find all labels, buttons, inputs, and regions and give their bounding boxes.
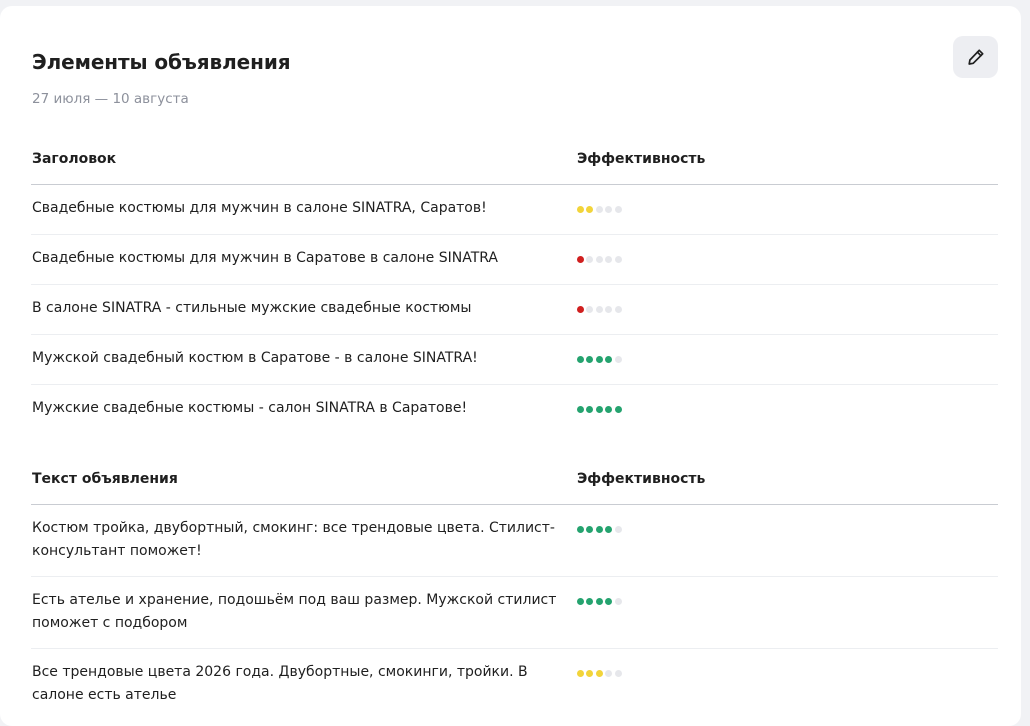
ad-elements-card: Элементы объявления 27 июля — 10 августа… [0,6,1021,726]
rating-dot-empty [595,256,603,263]
rating-dot-filled [577,598,584,605]
rating-dot-empty [605,306,613,313]
column-header-headline: Заголовок [32,151,117,167]
effectiveness-rating [577,256,622,263]
row-text: Мужские свадебные костюмы - салон SINATR… [32,400,468,416]
rating-dot-filled [595,598,603,605]
table-row: Свадебные костюмы для мужчин в салоне SI… [31,185,998,235]
rating-dot-filled [605,406,613,413]
rating-dot-empty [614,670,622,677]
rating-dot-filled [577,256,584,263]
effectiveness-rating [577,406,622,413]
row-text: Свадебные костюмы для мужчин в салоне SI… [32,200,487,216]
ad-texts-section: Текст объявления Эффективность Костюм тр… [31,464,998,721]
effectiveness-rating [577,670,622,677]
rating-dot-filled [577,306,584,313]
rating-dot-empty [595,306,603,313]
rating-dot-empty [614,598,622,605]
column-header-effectiveness: Эффективность [577,151,706,167]
rating-dot-filled [614,406,622,413]
date-range: 27 июля — 10 августа [32,91,189,107]
rating-dot-filled [577,670,584,677]
rating-dot-empty [605,256,613,263]
rating-dot-filled [595,356,603,363]
rating-dot-filled [605,526,613,533]
rating-dot-empty [605,206,613,213]
effectiveness-rating [577,206,622,213]
rating-dot-filled [586,526,594,533]
headlines-section: Заголовок Эффективность Свадебные костюм… [31,144,998,435]
rating-dot-filled [595,670,603,677]
rating-dot-filled [586,598,594,605]
column-header-effectiveness: Эффективность [577,471,706,487]
rating-dot-empty [586,256,594,263]
rating-dot-filled [595,526,603,533]
effectiveness-rating [577,306,622,313]
edit-button[interactable] [953,36,998,78]
rating-dot-filled [586,406,594,413]
row-text: Свадебные костюмы для мужчин в Саратове … [32,250,498,266]
rating-dot-empty [614,206,622,213]
rating-dot-empty [586,306,594,313]
table-row: Мужские свадебные костюмы - салон SINATR… [31,385,998,435]
rating-dot-filled [577,206,584,213]
headlines-header: Заголовок Эффективность [31,144,998,185]
rating-dot-empty [614,306,622,313]
rating-dot-filled [577,526,584,533]
effectiveness-rating [577,356,622,363]
headline-rows: Свадебные костюмы для мужчин в салоне SI… [31,185,998,435]
effectiveness-rating [577,526,622,533]
table-row: Свадебные костюмы для мужчин в Саратове … [31,235,998,285]
table-row: Мужской свадебный костюм в Саратове - в … [31,335,998,385]
rating-dot-empty [614,356,622,363]
card-title: Элементы объявления [32,50,291,74]
column-header-ad-text: Текст объявления [32,471,178,487]
rating-dot-filled [577,406,584,413]
rating-dot-filled [586,206,594,213]
ad-texts-header: Текст объявления Эффективность [31,464,998,505]
row-text: В салоне SINATRA - стильные мужские свад… [32,300,472,316]
table-row: В салоне SINATRA - стильные мужские свад… [31,285,998,335]
ad-text-rows: Костюм тройка, двубортный, смокинг: все … [31,505,998,721]
rating-dot-empty [614,256,622,263]
table-row: Есть ателье и хранение, подошьём под ваш… [31,577,998,649]
table-row: Костюм тройка, двубортный, смокинг: все … [31,505,998,577]
rating-dot-filled [605,598,613,605]
rating-dot-empty [605,670,613,677]
row-text: Мужской свадебный костюм в Саратове - в … [32,350,478,366]
rating-dot-empty [595,206,603,213]
row-text: Есть ателье и хранение, подошьём под ваш… [32,592,557,631]
rating-dot-filled [577,356,584,363]
rating-dot-filled [595,406,603,413]
pencil-icon [966,47,986,67]
rating-dot-empty [614,526,622,533]
effectiveness-rating [577,598,622,605]
rating-dot-filled [586,670,594,677]
rating-dot-filled [586,356,594,363]
row-text: Костюм тройка, двубортный, смокинг: все … [32,520,555,559]
row-text: Все трендовые цвета 2026 года. Двубортны… [32,664,528,703]
rating-dot-filled [605,356,613,363]
table-row: Все трендовые цвета 2026 года. Двубортны… [31,649,998,721]
